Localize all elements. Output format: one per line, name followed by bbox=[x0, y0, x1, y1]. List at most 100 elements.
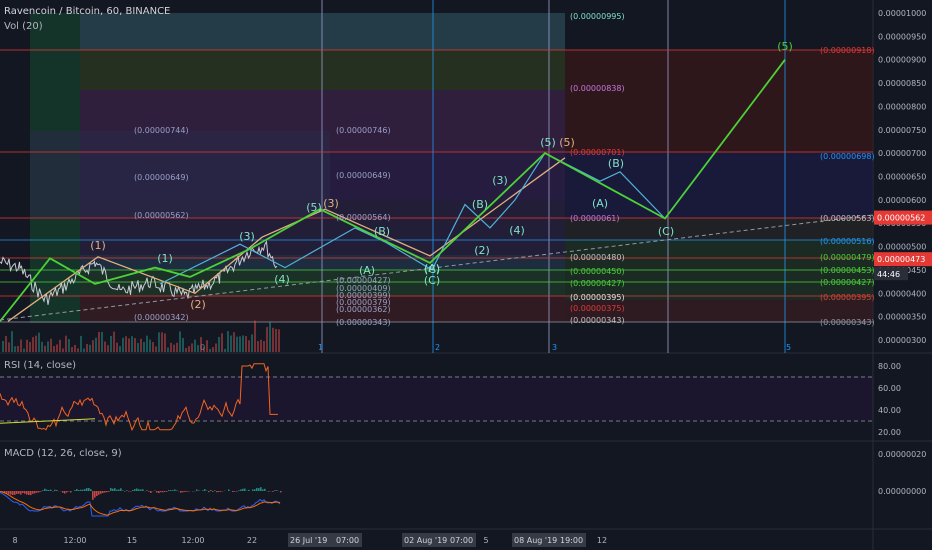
macd-histogram-bar bbox=[18, 491, 20, 494]
volume-bar bbox=[161, 332, 163, 352]
macd-histogram-bar bbox=[136, 488, 138, 491]
fib-level-right: (0.00000427) bbox=[820, 278, 875, 287]
volume-bar bbox=[248, 340, 250, 352]
wave-label: (3) bbox=[492, 174, 508, 187]
fib-level-top: (0.00000375) bbox=[570, 304, 625, 313]
fib-level-right: (0.00000343) bbox=[820, 318, 875, 327]
time-marker-label: 1 bbox=[318, 343, 323, 352]
fib-level-left: (0.00000362) bbox=[336, 305, 391, 314]
rsi-tick: 20.00 bbox=[878, 428, 901, 437]
time-highlight-date: 02 Aug '19 bbox=[404, 536, 447, 545]
macd-histogram-bar bbox=[26, 491, 28, 495]
time-highlight-time: 07:00 bbox=[336, 536, 359, 545]
macd-histogram-bar bbox=[34, 491, 36, 494]
macd-histogram-bar bbox=[90, 489, 92, 491]
price-tick: 0.00000700 bbox=[878, 149, 926, 158]
volume-bar bbox=[170, 342, 172, 352]
time-marker-label: 3 bbox=[552, 343, 557, 352]
macd-histogram-bar bbox=[38, 491, 40, 493]
volume-bar bbox=[176, 342, 178, 352]
macd-histogram-bar bbox=[186, 491, 188, 492]
macd-histogram-bar bbox=[50, 489, 52, 491]
volume-bar bbox=[104, 341, 106, 352]
macd-histogram-bar bbox=[174, 489, 176, 491]
macd-histogram-bar bbox=[202, 490, 204, 491]
volume-bar bbox=[89, 344, 91, 352]
price-tick: 0.00000300 bbox=[878, 336, 926, 345]
fib-level-left: (0.00000649) bbox=[336, 171, 391, 180]
macd-histogram-bar bbox=[276, 490, 278, 491]
time-highlight-time: 19:00 bbox=[560, 536, 583, 545]
macd-histogram-bar bbox=[260, 487, 262, 491]
volume-bar bbox=[62, 348, 64, 352]
price-highlight-label: 0.00000562 bbox=[877, 214, 925, 223]
macd-histogram-bar bbox=[198, 490, 200, 491]
macd-histogram-bar bbox=[112, 488, 114, 491]
fib-level-right: (0.00000395) bbox=[820, 293, 875, 302]
macd-histogram-bar bbox=[172, 490, 174, 491]
volume-bar bbox=[143, 341, 145, 352]
macd-histogram-bar bbox=[240, 489, 242, 491]
macd-histogram-bar bbox=[8, 491, 10, 495]
wave-label: (5) bbox=[306, 201, 322, 214]
rsi-tick: 60.00 bbox=[878, 384, 901, 393]
wave-label: (B) bbox=[374, 225, 390, 238]
macd-histogram-bar bbox=[32, 491, 34, 494]
wave-label: (C) bbox=[424, 263, 440, 276]
fib-level-top: (0.00000450) bbox=[570, 267, 625, 276]
volume-bar bbox=[65, 335, 67, 352]
price-tick: 0.00001000 bbox=[878, 9, 926, 18]
volume-label: Vol (20) bbox=[4, 21, 43, 32]
volume-bar bbox=[74, 344, 76, 352]
volume-bar bbox=[152, 342, 154, 352]
price-tick: 0.00000800 bbox=[878, 102, 926, 111]
macd-histogram-bar bbox=[108, 491, 110, 492]
fib-level-right: (0.00000516) bbox=[820, 237, 875, 246]
fib-level-left: (0.00000649) bbox=[134, 173, 189, 182]
volume-bar bbox=[164, 333, 166, 352]
price-tick: 0.00000500 bbox=[878, 243, 926, 252]
macd-histogram-bar bbox=[274, 490, 276, 491]
current-price-label: 0.00000473 bbox=[877, 255, 925, 264]
macd-histogram-bar bbox=[138, 489, 140, 491]
volume-bar bbox=[260, 339, 262, 352]
volume-bar bbox=[251, 334, 253, 352]
rsi-tick: 40.00 bbox=[878, 406, 901, 415]
macd-histogram-bar bbox=[160, 491, 162, 493]
macd-histogram-bar bbox=[252, 489, 254, 491]
volume-bar bbox=[173, 344, 175, 352]
time-highlight-time: 07:00 bbox=[450, 536, 473, 545]
price-tick: 0.00000900 bbox=[878, 56, 926, 65]
macd-histogram-bar bbox=[80, 489, 82, 491]
macd-histogram-bar bbox=[126, 490, 128, 491]
volume-bar bbox=[92, 340, 94, 352]
volume-bar bbox=[242, 335, 244, 352]
macd-histogram-bar bbox=[212, 491, 214, 492]
volume-bar bbox=[269, 321, 271, 352]
time-marker-label: 2 bbox=[435, 343, 440, 352]
volume-bar bbox=[137, 342, 139, 352]
macd-histogram-bar bbox=[44, 488, 46, 491]
macd-histogram-bar bbox=[14, 491, 16, 495]
macd-histogram-bar bbox=[180, 491, 182, 493]
macd-histogram-bar bbox=[150, 491, 152, 493]
volume-bar bbox=[5, 336, 7, 352]
volume-bar bbox=[98, 331, 100, 352]
volume-bar bbox=[119, 346, 121, 352]
wave-label: (A) bbox=[592, 197, 608, 210]
macd-histogram-bar bbox=[216, 491, 218, 493]
wave-label: (C) bbox=[658, 225, 674, 238]
macd-histogram-bar bbox=[82, 489, 84, 491]
volume-bar bbox=[101, 331, 103, 352]
macd-histogram-bar bbox=[124, 491, 126, 492]
volume-bar bbox=[263, 341, 265, 352]
macd-histogram-bar bbox=[106, 491, 108, 493]
macd-histogram-bar bbox=[234, 491, 236, 492]
volume-bar bbox=[122, 337, 124, 352]
volume-bar bbox=[221, 333, 223, 352]
volume-bar bbox=[71, 347, 73, 352]
volume-bar bbox=[212, 347, 214, 352]
volume-bar bbox=[224, 348, 226, 352]
volume-bar bbox=[131, 336, 133, 352]
volume-bar bbox=[17, 345, 19, 352]
